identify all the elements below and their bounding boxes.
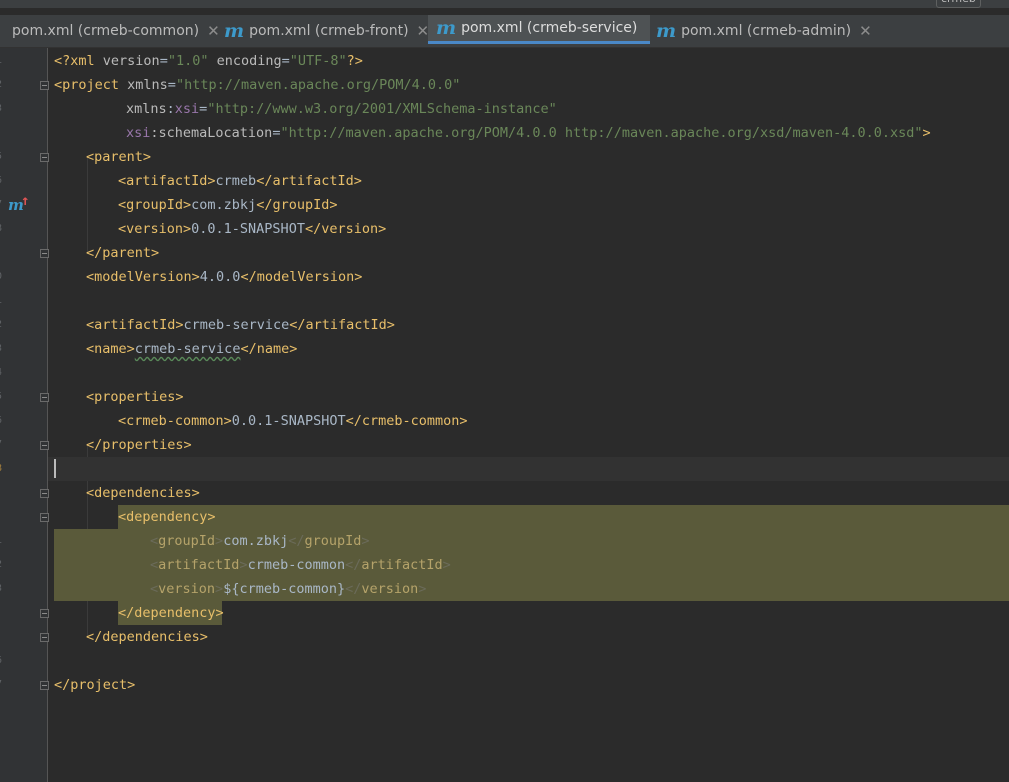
current-line	[48, 457, 1009, 481]
line-number: 2	[0, 73, 4, 97]
line-number: 4	[0, 361, 4, 385]
tab-label: pom.xml (crmeb-admin)	[681, 23, 852, 39]
code-line-6: <artifactId>crmeb</artifactId>	[118, 173, 362, 189]
line-number: 3	[0, 97, 4, 121]
line-number: 1	[0, 289, 4, 313]
tab-label: pom.xml (crmeb-service)	[461, 20, 638, 36]
tab-crmeb-common[interactable]: pom.xml (crmeb-common) ✕	[0, 15, 220, 47]
line-number: 1	[0, 529, 4, 553]
code-line-22: <artifactId>crmeb-common</artifactId>	[150, 557, 451, 573]
line-number: 7	[0, 193, 4, 217]
line-number: 2	[0, 553, 4, 577]
code-line-23: <version>${crmeb-common}</version>	[150, 581, 427, 597]
navigate-up-arrow-icon[interactable]: ↑	[21, 193, 29, 209]
text-caret	[54, 459, 56, 478]
line-number: 6	[0, 649, 4, 673]
code-line-15: <properties>	[86, 389, 184, 405]
code-line-12: <artifactId>crmeb-service</artifactId>	[86, 317, 395, 333]
tab-crmeb-admin[interactable]: m pom.xml (crmeb-admin) ✕	[656, 15, 872, 47]
code-line-7: <groupId>com.zbkj</groupId>	[118, 197, 338, 213]
code-line-13: <name>crmeb-service</name>	[86, 341, 298, 357]
close-icon[interactable]: ✕	[207, 22, 220, 40]
title-strip: crmeb	[0, 0, 1009, 8]
code-line-1: <?xml version="1.0" encoding="UTF-8"?>	[54, 53, 363, 69]
line-number: 1	[0, 49, 4, 73]
line-number: 5	[0, 385, 4, 409]
code-line-21: <groupId>com.zbkj</groupId>	[150, 533, 370, 549]
tab-crmeb-front[interactable]: m pom.xml (crmeb-front) ✕	[224, 15, 429, 47]
code-line-25: </dependencies>	[86, 629, 208, 645]
code-line-16: <crmeb-common>0.0.1-SNAPSHOT</crmeb-comm…	[118, 413, 468, 429]
line-number: 3	[0, 337, 4, 361]
line-number: 2	[0, 313, 4, 337]
line-number: 5	[0, 145, 4, 169]
code-line-4: xsi:schemaLocation="http://maven.apache.…	[126, 125, 931, 141]
code-line-17: </properties>	[86, 437, 192, 453]
run-config-widget[interactable]: crmeb	[936, 0, 981, 8]
code-line-10: <modelVersion>4.0.0</modelVersion>	[86, 269, 363, 285]
line-number: 3	[0, 577, 4, 601]
line-number: 8	[0, 217, 4, 241]
current-line-number: 8	[0, 457, 4, 481]
editor-gutter[interactable]: 1 2 3 5 6 7 8 0 1 2 3 4 5 6 7 8 1 2 3 6 …	[0, 48, 49, 782]
code-editor[interactable]: <?xml version="1.0" encoding="UTF-8"?> <…	[48, 48, 1009, 782]
line-number: 0	[0, 265, 4, 289]
line-number: 7	[0, 673, 4, 697]
tab-label: pom.xml (crmeb-common)	[12, 23, 200, 39]
code-line-2: <project xmlns="http://maven.apache.org/…	[54, 77, 461, 93]
line-number: 6	[0, 169, 4, 193]
line-number: 6	[0, 409, 4, 433]
code-line-5: <parent>	[86, 149, 152, 165]
code-line-20: <dependency>	[118, 509, 216, 525]
close-icon[interactable]: ✕	[859, 22, 872, 40]
code-line-24: </dependency>	[118, 605, 224, 621]
code-line-19: <dependencies>	[86, 485, 200, 501]
maven-icon: m	[436, 16, 457, 39]
code-line-3: xmlns:xsi="http://www.w3.org/2001/XMLSch…	[126, 101, 557, 117]
selection-highlight	[54, 529, 118, 601]
tab-crmeb-service[interactable]: m pom.xml (crmeb-service)	[428, 15, 650, 44]
line-number: 7	[0, 433, 4, 457]
code-line-27: </project>	[54, 677, 136, 693]
editor-tab-bar: pom.xml (crmeb-common) ✕ m pom.xml (crme…	[0, 15, 1009, 48]
tab-label: pom.xml (crmeb-front)	[249, 23, 409, 39]
indent-guide	[87, 157, 88, 253]
maven-icon: m	[656, 19, 677, 42]
maven-icon: m	[224, 19, 245, 42]
code-line-8: <version>0.0.1-SNAPSHOT</version>	[118, 221, 387, 237]
code-line-9: </parent>	[86, 245, 160, 261]
